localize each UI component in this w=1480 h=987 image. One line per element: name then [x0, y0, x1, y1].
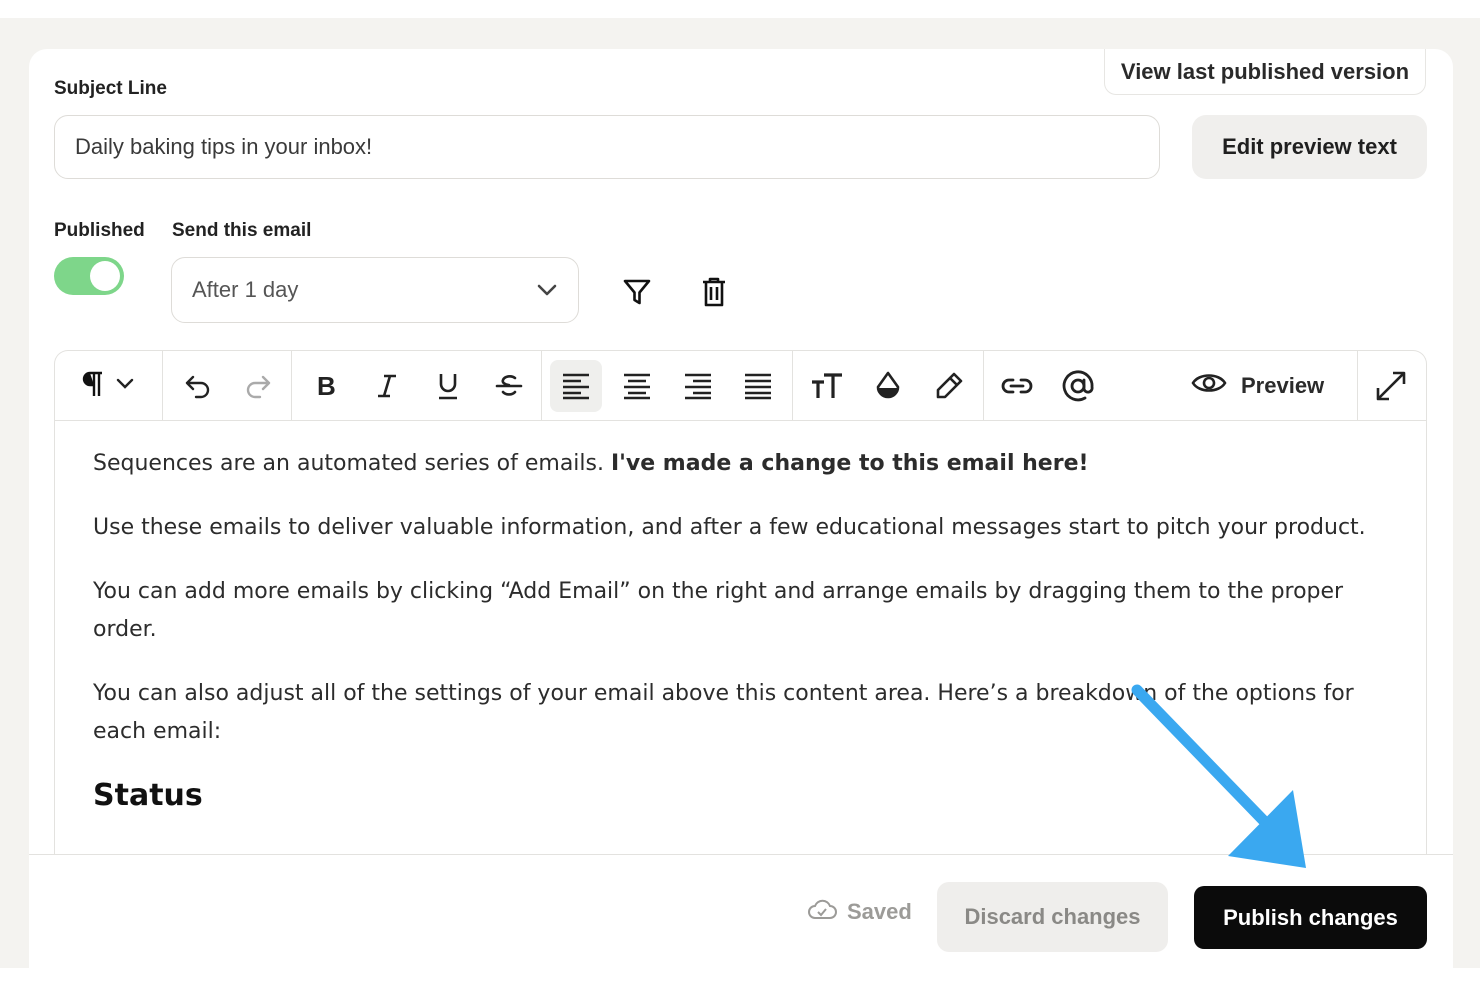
text-color-icon[interactable] — [862, 360, 914, 412]
align-left-icon[interactable] — [550, 360, 602, 412]
link-icon[interactable] — [991, 360, 1043, 412]
toolbar-divider — [162, 351, 163, 421]
mention-icon[interactable] — [1052, 360, 1104, 412]
expand-icon[interactable] — [1365, 360, 1417, 412]
content-heading: Status — [93, 778, 203, 813]
eye-icon — [1191, 370, 1227, 402]
text-size-icon[interactable] — [801, 360, 853, 412]
editor-toolbar: B Preview — [55, 351, 1426, 421]
redo-icon[interactable] — [232, 360, 284, 412]
saved-status: Saved — [807, 895, 912, 929]
subject-line-label: Subject Line — [54, 78, 167, 99]
rich-text-editor: B Preview Sequences are an automated ser… — [54, 350, 1427, 890]
bold-icon[interactable]: B — [300, 360, 352, 412]
publish-changes-button[interactable]: Publish changes — [1194, 886, 1427, 949]
content-paragraph: You can add more emails by clicking “Add… — [93, 579, 1344, 642]
paragraph-style-dropdown[interactable] — [69, 360, 143, 412]
subject-line-input[interactable]: Daily baking tips in your inbox! — [54, 115, 1160, 179]
trash-icon[interactable] — [692, 270, 736, 314]
bold-text: I've made a change to this email here! — [610, 451, 1089, 476]
preview-button[interactable]: Preview — [1191, 360, 1324, 412]
svg-text:B: B — [317, 373, 336, 399]
editor-content[interactable]: Sequences are an automated series of ema… — [93, 445, 1393, 815]
chevron-down-icon — [116, 377, 134, 395]
content-paragraph: Sequences are an automated series of ema… — [93, 445, 1393, 483]
highlight-icon[interactable] — [923, 360, 975, 412]
toolbar-divider — [983, 351, 984, 421]
send-delay-select[interactable]: After 1 day — [171, 257, 579, 323]
published-toggle[interactable] — [54, 257, 124, 295]
strikethrough-icon[interactable] — [483, 360, 535, 412]
subject-line-value: Daily baking tips in your inbox! — [75, 134, 373, 159]
align-justify-icon[interactable] — [732, 360, 784, 412]
toolbar-divider — [291, 351, 292, 421]
send-delay-value: After 1 day — [192, 277, 299, 302]
content-paragraph: Use these emails to deliver valuable inf… — [93, 515, 1366, 540]
published-label: Published — [54, 220, 145, 241]
align-right-icon[interactable] — [672, 360, 724, 412]
edit-preview-text-button[interactable]: Edit preview text — [1192, 115, 1427, 179]
view-last-published-button[interactable]: View last published version — [1104, 49, 1426, 95]
paragraph-icon — [78, 370, 104, 403]
footer-bar: Saved Discard changes Publish changes — [29, 854, 1453, 968]
filter-icon[interactable] — [615, 270, 659, 314]
cloud-check-icon — [807, 898, 837, 926]
underline-icon[interactable] — [422, 360, 474, 412]
preview-label: Preview — [1241, 373, 1325, 398]
chevron-down-icon — [536, 277, 558, 303]
toolbar-divider — [541, 351, 542, 421]
undo-icon[interactable] — [172, 360, 224, 412]
italic-icon[interactable] — [361, 360, 413, 412]
toolbar-divider — [792, 351, 793, 421]
toolbar-divider — [1357, 351, 1358, 421]
align-center-icon[interactable] — [611, 360, 663, 412]
content-paragraph: You can also adjust all of the settings … — [93, 681, 1354, 744]
paragraph-text: Sequences are an automated series of ema… — [93, 451, 611, 476]
send-this-email-label: Send this email — [172, 220, 312, 241]
saved-label: Saved — [847, 899, 912, 924]
discard-changes-button[interactable]: Discard changes — [937, 882, 1168, 952]
toggle-knob — [90, 261, 120, 291]
